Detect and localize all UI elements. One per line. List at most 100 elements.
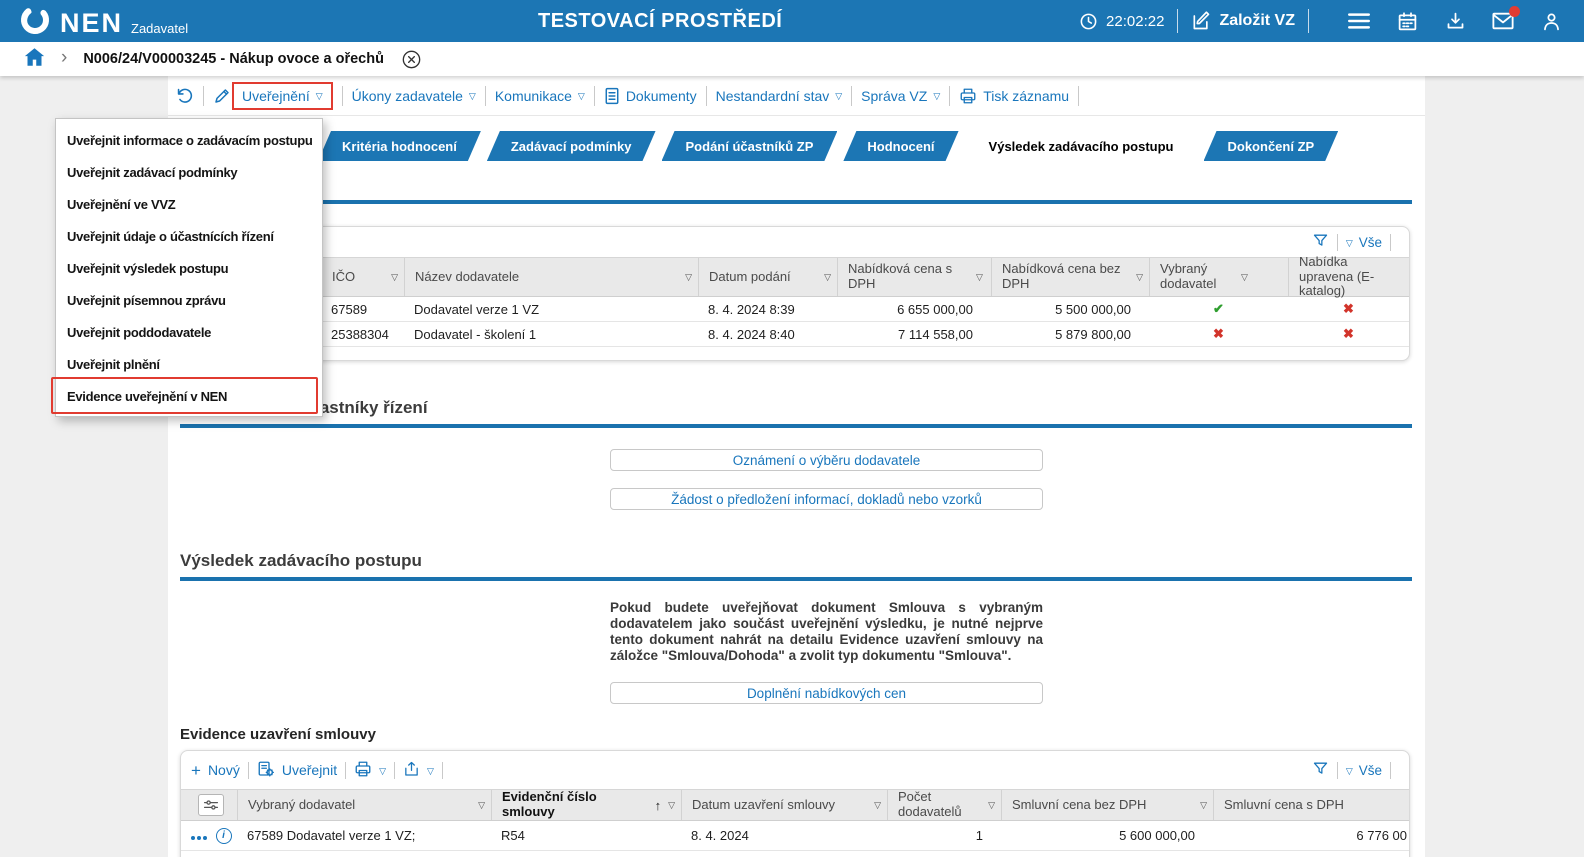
record-toolbar: Uveřejnění ▽ Úkony zadavatele ▽ Komunika… bbox=[168, 76, 1425, 116]
create-vz-button[interactable]: Založit VZ bbox=[1191, 11, 1295, 31]
toolbar-item-tisk-zaznamu[interactable]: Tisk záznamu bbox=[959, 87, 1069, 105]
column-header-ico[interactable]: IČO ▽ bbox=[321, 258, 404, 296]
column-header-datum-podani[interactable]: Datum podání ▽ bbox=[698, 258, 837, 296]
menu-item-udaje-o-ucastnicich[interactable]: Uveřejnit údaje o účastnících řízení bbox=[56, 221, 322, 253]
caret-down-icon: ▽ bbox=[427, 765, 434, 776]
table-row[interactable]: i 67589 Dodavatel verze 1 VZ; R54 8. 4. … bbox=[181, 821, 1409, 851]
tab-vysledek-zadavaciho-postupu[interactable]: Výsledek zadávacího postupu bbox=[965, 131, 1198, 161]
filter-icon[interactable] bbox=[1312, 760, 1329, 780]
pencil-icon[interactable] bbox=[213, 87, 231, 105]
cell-price-novat: 5 500 000,00 bbox=[1055, 301, 1131, 317]
filter-caret-icon[interactable]: ▽ bbox=[391, 272, 398, 283]
toolbar-item-label: Uveřejnění bbox=[242, 87, 310, 104]
contracts-toolbar: + Nový Uveřejnit ▽ ▽ ▽ Vše bbox=[181, 751, 1409, 789]
divider bbox=[441, 761, 443, 779]
tab-kriteria-hodnoceni[interactable]: Kritéria hodnocení bbox=[318, 131, 481, 161]
column-header-cena-s-dph[interactable]: Smluvní cena s DPH bbox=[1213, 790, 1409, 820]
toolbar-item-label: Komunikace bbox=[494, 87, 572, 104]
column-settings-icon[interactable] bbox=[198, 794, 224, 816]
history-icon[interactable] bbox=[175, 86, 194, 105]
home-icon[interactable] bbox=[24, 47, 45, 72]
brand[interactable]: NEN Zadavatel bbox=[0, 5, 188, 37]
filter-caret-icon[interactable]: ▽ bbox=[976, 272, 983, 283]
cell-date: 8. 4. 2024 8:40 bbox=[708, 326, 795, 342]
participants-panel: ▽ Vše IČO ▽ Název dodavatele ▽ Datum podán… bbox=[180, 226, 1410, 361]
oznameni-o-vyberu-button[interactable]: Oznámení o výběru dodavatele bbox=[610, 449, 1043, 471]
column-header-cena-bez-dph[interactable]: Nabídková cena bez DPH ▽ bbox=[991, 258, 1149, 296]
column-header-datum-uzavreni[interactable]: Datum uzavření smlouvy ▽ bbox=[681, 790, 887, 820]
menu-item-uverejneni-vvz[interactable]: Uveřejnění ve VVZ bbox=[56, 189, 322, 221]
user-icon[interactable] bbox=[1540, 10, 1562, 32]
publish-button[interactable]: Uveřejnit bbox=[257, 760, 337, 781]
export-icon bbox=[403, 760, 420, 781]
filter-caret-icon[interactable]: ▽ bbox=[685, 272, 692, 283]
show-all-control[interactable]: ▽ Vše bbox=[1346, 763, 1382, 778]
caret-down-icon: ▽ bbox=[1345, 765, 1353, 776]
tab-dokonceni-zp[interactable]: Dokončení ZP bbox=[1204, 131, 1339, 161]
doplneni-cen-button[interactable]: Doplnění nabídkových cen bbox=[610, 682, 1043, 704]
column-header-vybrany-dodavatel[interactable]: Vybraný dodavatel ▽ bbox=[237, 790, 491, 820]
download-icon[interactable] bbox=[1444, 10, 1466, 32]
toolbar-item-komunikace[interactable]: Komunikace ▽ bbox=[495, 88, 585, 104]
export-menu-button[interactable]: ▽ bbox=[403, 760, 434, 781]
cell-date: 8. 4. 2024 bbox=[691, 828, 749, 843]
column-header-cena-s-dph[interactable]: Nabídková cena s DPH ▽ bbox=[837, 258, 991, 296]
toolbar-item-nestandardni-stav[interactable]: Nestandardní stav ▽ bbox=[716, 88, 843, 104]
filter-caret-icon[interactable]: ▽ bbox=[668, 800, 675, 811]
close-icon[interactable] bbox=[402, 50, 421, 69]
row-actions-icon[interactable] bbox=[190, 828, 209, 843]
toolbar-item-sprava-vz[interactable]: Správa VZ ▽ bbox=[861, 88, 940, 104]
top-bar-actions: 22:02:22 Založit VZ bbox=[1079, 0, 1584, 42]
grid-controls: ▽ Vše bbox=[181, 227, 1409, 257]
filter-caret-icon[interactable]: ▽ bbox=[1241, 272, 1248, 283]
menu-hamburger-icon[interactable] bbox=[1348, 10, 1370, 32]
info-icon[interactable]: i bbox=[215, 827, 232, 844]
table-row[interactable]: 25388304 Dodavatel - školení 1 8. 4. 202… bbox=[181, 322, 1409, 347]
column-header-nazev[interactable]: Název dodavatele ▽ bbox=[404, 258, 698, 296]
toolbar-item-dokumenty[interactable]: Dokumenty bbox=[604, 87, 697, 105]
toolbar-item-uverejneni[interactable]: Uveřejnění ▽ bbox=[232, 81, 333, 110]
menu-item-poddodavatele[interactable]: Uveřejnit poddodavatele bbox=[56, 316, 322, 348]
divider bbox=[1177, 9, 1179, 33]
column-header-cena-bez-dph[interactable]: Smluvní cena bez DPH ▽ bbox=[1001, 790, 1213, 820]
column-header-nabidka-upravena[interactable]: Nabídka upravena (E-katalog) bbox=[1288, 254, 1409, 298]
highlight-box-evidence-uverejneni bbox=[51, 377, 318, 414]
tab-hodnoceni[interactable]: Hodnocení bbox=[843, 131, 958, 161]
print-menu-button[interactable]: ▽ bbox=[354, 760, 386, 781]
new-button[interactable]: + Nový bbox=[191, 762, 240, 779]
mail-icon[interactable] bbox=[1492, 6, 1520, 32]
show-all-control[interactable]: ▽ Vše bbox=[1346, 235, 1382, 250]
cell-contract-no: R54 bbox=[501, 828, 525, 843]
filter-caret-icon[interactable]: ▽ bbox=[824, 272, 831, 283]
cell-price-vat: 7 114 558,00 bbox=[898, 326, 973, 342]
publish-icon bbox=[257, 760, 275, 781]
notification-badge bbox=[1509, 6, 1520, 17]
toolbar-item-label: Nestandardní stav bbox=[715, 87, 830, 104]
menu-item-pisemna-zprava[interactable]: Uveřejnit písemnou zprávu bbox=[56, 284, 322, 316]
tab-podani-ucastniku[interactable]: Podání účastníků ZP bbox=[662, 131, 838, 161]
tab-zadavaci-podminky[interactable]: Zadávací podmínky bbox=[487, 131, 656, 161]
cell-price-novat: 5 879 800,00 bbox=[1055, 326, 1131, 342]
zadost-o-predlozeni-button[interactable]: Žádost o předložení informací, dokladů n… bbox=[610, 488, 1043, 510]
filter-icon[interactable] bbox=[1312, 232, 1329, 252]
calendar-icon[interactable] bbox=[1396, 10, 1418, 32]
filter-caret-icon[interactable]: ▽ bbox=[1200, 800, 1207, 811]
filter-caret-icon[interactable]: ▽ bbox=[988, 800, 995, 811]
top-bar: NEN Zadavatel TESTOVACÍ PROSTŘEDÍ 22:02:… bbox=[0, 0, 1584, 42]
filter-caret-icon[interactable]: ▽ bbox=[874, 800, 881, 811]
menu-item-informace-o-postupu[interactable]: Uveřejnit informace o zadávacím postupu bbox=[56, 125, 322, 157]
column-header-vybrany-dodavatel[interactable]: Vybraný dodavatel ▽ bbox=[1149, 258, 1288, 296]
table-row[interactable]: 67589 Dodavatel verze 1 VZ 8. 4. 2024 8:… bbox=[181, 297, 1409, 322]
menu-item-plneni[interactable]: Uveřejnit plnění bbox=[56, 348, 322, 380]
breadcrumb-item[interactable]: N006/24/V00003245 - Nákup ovoce a ořechů bbox=[83, 51, 384, 67]
divider bbox=[1336, 233, 1338, 251]
section-title-vysledek: Výsledek zadávacího postupu bbox=[180, 551, 422, 570]
filter-caret-icon[interactable]: ▽ bbox=[478, 800, 485, 811]
column-header-pocet-dodavatelu[interactable]: Počet dodavatelů ▽ bbox=[887, 789, 1001, 820]
column-header-evidencni-cislo[interactable]: Evidenční číslo smlouvy ↑ ▽ bbox=[491, 789, 681, 820]
menu-item-zadavaci-podminky[interactable]: Uveřejnit zadávací podmínky bbox=[56, 157, 322, 189]
filter-caret-icon[interactable]: ▽ bbox=[1136, 272, 1143, 283]
menu-item-vysledek-postupu[interactable]: Uveřejnit výsledek postupu bbox=[56, 253, 322, 285]
cell-name: Dodavatel verze 1 VZ bbox=[414, 301, 540, 317]
toolbar-item-ukony-zadavatele[interactable]: Úkony zadavatele ▽ bbox=[352, 88, 476, 104]
